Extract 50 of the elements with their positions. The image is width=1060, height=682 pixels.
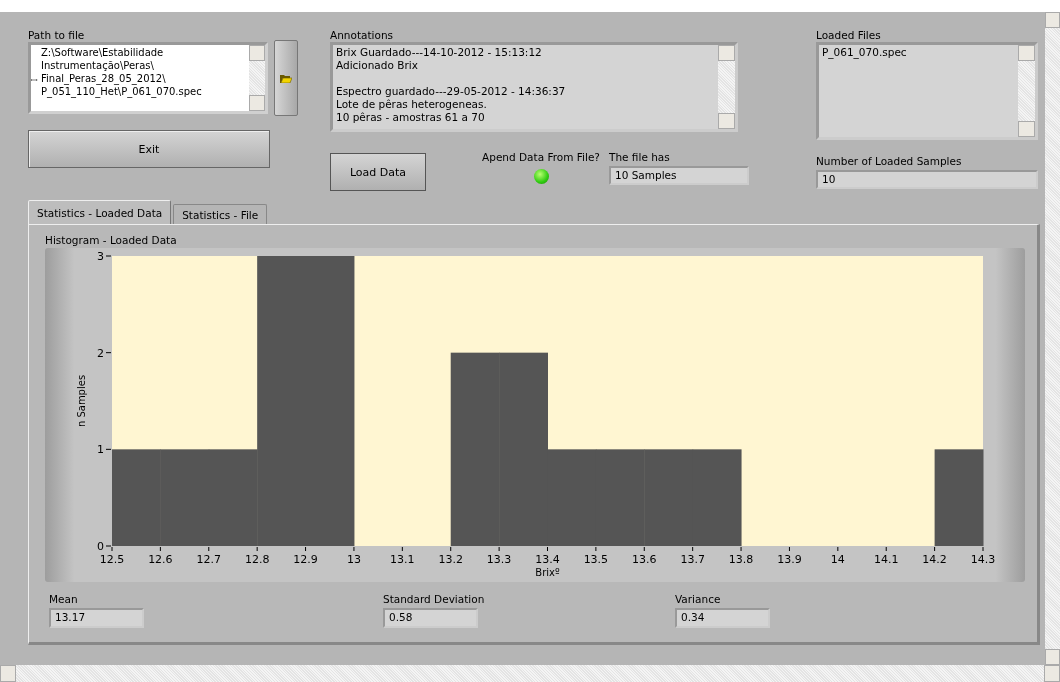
- annotation-line: Lote de pêras heterogeneas.: [336, 98, 488, 111]
- stat-label: Mean: [49, 592, 79, 606]
- x-tick-label: 14: [830, 553, 845, 566]
- x-tick-label: 13.8: [728, 553, 754, 566]
- y-axis-title: n Samples: [76, 374, 87, 428]
- path-text-line: Instrumentação\Peras\: [41, 59, 155, 72]
- stat-label: Standard Deviation: [383, 592, 486, 606]
- y-tick-label: 3: [97, 250, 104, 263]
- x-axis-title: Brixº: [535, 567, 560, 578]
- x-tick-label: 13.1: [390, 553, 415, 566]
- x-tick-label: 13: [346, 553, 361, 566]
- x-tick-label: 13.4: [535, 553, 560, 566]
- x-tick-label: 14.2: [922, 553, 947, 566]
- x-tick-label: 14.1: [873, 553, 899, 566]
- loaded-samples-label: Number of Loaded Samples: [816, 154, 963, 168]
- path-marker: ꟷ: [31, 75, 39, 87]
- x-tick-label: 12.7: [196, 553, 222, 566]
- y-tick-label: 1: [97, 443, 104, 457]
- stat-field: 13.17: [49, 608, 144, 628]
- x-tick-label: 13.7: [680, 553, 705, 566]
- file-has-field: 10 Samples: [609, 166, 749, 185]
- path-text-line: P_051_110_Het\P_061_070.spec: [41, 85, 203, 98]
- x-tick-label: 12.8: [244, 553, 270, 566]
- loaded-files-label: Loaded Files: [816, 28, 882, 42]
- y-tick-label: 0: [97, 540, 104, 553]
- annotation-line: Espectro guardado---29-05-2012 - 14:36:37: [336, 85, 567, 98]
- x-tick-label: 13.3: [486, 553, 512, 566]
- path-label: Path to file: [28, 28, 86, 42]
- x-tick-label: 12.5: [99, 553, 125, 566]
- x-tick-label: 14.3: [970, 553, 996, 566]
- file-has-label: The file has: [609, 150, 671, 164]
- path-text-line: Z:\Software\Estabilidade: [41, 46, 165, 59]
- stat-field: 0.58: [383, 608, 478, 628]
- x-tick-label: 13.5: [583, 553, 609, 566]
- x-tick-label: 13.2: [438, 553, 463, 566]
- x-tick-label: 12.6: [148, 553, 173, 566]
- stat-field: 0.34: [675, 608, 770, 628]
- annotation-line: Adicionado Brix: [336, 59, 419, 72]
- x-tick-label: 12.9: [293, 553, 318, 566]
- annotation-line: 10 pêras - amostras 61 a 70: [336, 111, 486, 124]
- histogram-label: Histogram - Loaded Data: [45, 233, 178, 247]
- x-tick-label: 13.6: [632, 553, 657, 566]
- x-tick-label: 13.9: [777, 553, 802, 566]
- y-tick-label: 2: [97, 346, 104, 360]
- loaded-samples-field: 10: [816, 170, 1038, 189]
- annotations-label: Annotations: [330, 28, 395, 42]
- stat-label: Variance: [675, 592, 722, 606]
- annotation-line: Brix Guardado---14-10-2012 - 15:13:12: [336, 46, 543, 59]
- path-text-line: Final_Peras_28_05_2012\: [41, 72, 167, 85]
- append-label: Apend Data From File?: [482, 150, 600, 164]
